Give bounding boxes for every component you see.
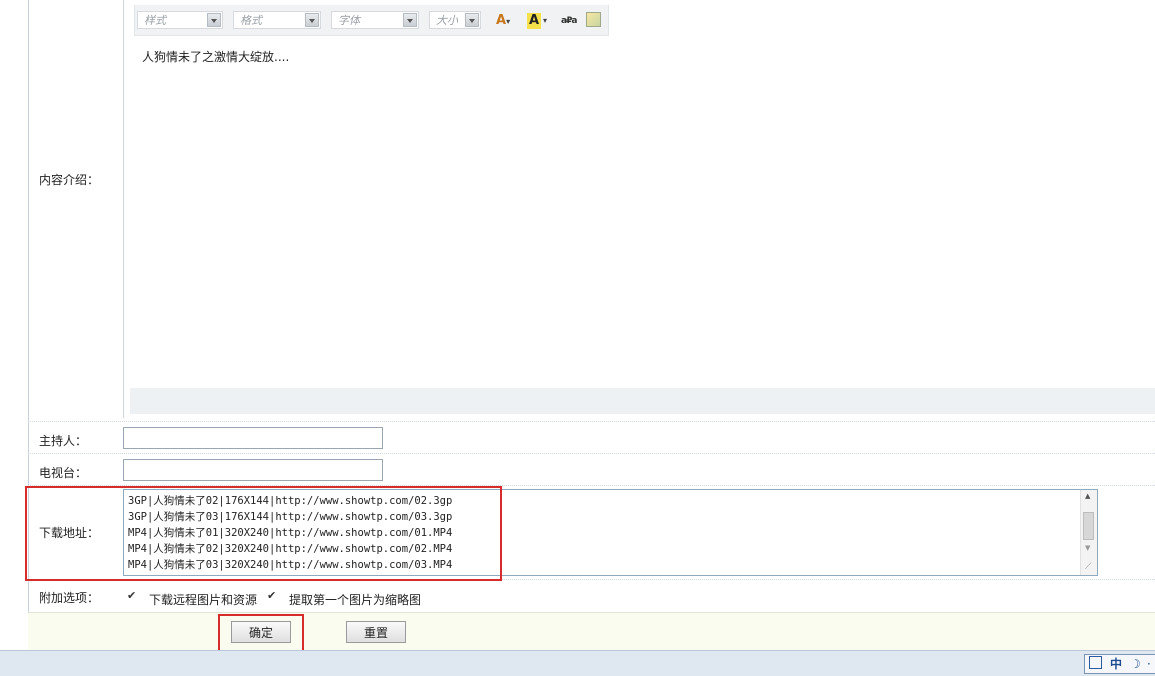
paste-text-icon[interactable]: a₽a	[561, 13, 577, 29]
scroll-up-icon[interactable]: ▲	[1085, 492, 1090, 500]
font-dropdown-label: 字体	[338, 14, 360, 27]
submit-bar	[28, 612, 1155, 651]
scrollbar-thumb[interactable]	[1083, 512, 1094, 540]
background-color-icon[interactable]: A	[527, 13, 542, 29]
size-dropdown[interactable]: 大小	[429, 11, 481, 29]
reset-button[interactable]: 重置	[346, 621, 406, 643]
style-dropdown[interactable]: 样式	[137, 11, 223, 29]
ime-logo-icon[interactable]	[1089, 656, 1102, 669]
chevron-down-icon[interactable]: ▾	[543, 13, 547, 29]
resize-grip-icon[interactable]: ⟋	[1085, 562, 1091, 572]
row-divider	[28, 453, 1155, 454]
editor-content-area[interactable]: 人狗情未了之激情大绽放....	[134, 38, 1155, 390]
textarea-scrollbar[interactable]: ▲ ▼ ⟋	[1080, 490, 1097, 575]
punctuation-icon[interactable]: ·	[1147, 655, 1151, 673]
size-dropdown-label: 大小	[436, 14, 458, 27]
extra-options-label: 附加选项：	[39, 591, 100, 605]
status-bar	[0, 650, 1155, 676]
format-dropdown[interactable]: 格式	[233, 11, 321, 29]
ime-lang-label[interactable]: 中	[1110, 655, 1122, 673]
format-dropdown-label: 格式	[240, 14, 262, 27]
content-intro-label: 内容介绍：	[39, 173, 100, 187]
highlight-box-download	[25, 486, 502, 581]
editor-content-text: 人狗情未了之激情大绽放....	[142, 50, 290, 64]
row-divider	[28, 421, 1155, 422]
scroll-down-icon[interactable]: ▼	[1085, 544, 1090, 552]
style-dropdown-label: 样式	[144, 14, 166, 27]
download-remote-label: 下载远程图片和资源	[149, 593, 258, 607]
tv-station-input[interactable]	[123, 459, 383, 481]
chevron-down-icon[interactable]	[305, 13, 319, 27]
font-dropdown[interactable]: 字体	[331, 11, 419, 29]
chevron-down-icon[interactable]	[207, 13, 221, 27]
ime-toolbar[interactable]: 中 ☽ ·	[1084, 654, 1155, 674]
editor-toolbar: 样式 格式 字体 大小 A▾ A ▾ a₽a	[134, 5, 609, 36]
tv-station-label: 电视台：	[39, 466, 88, 480]
chevron-down-icon[interactable]	[465, 13, 479, 27]
first-thumb-label: 提取第一个图片为缩略图	[289, 593, 422, 607]
host-input[interactable]	[123, 427, 383, 449]
host-label: 主持人：	[39, 434, 88, 448]
editor-footer	[130, 388, 1155, 414]
moon-icon[interactable]: ☽	[1130, 655, 1141, 673]
chevron-down-icon[interactable]	[403, 13, 417, 27]
text-color-icon[interactable]: A▾	[496, 13, 510, 29]
download-remote-checkbox[interactable]: ✔	[127, 590, 139, 602]
image-icon[interactable]	[586, 12, 601, 27]
first-thumb-checkbox[interactable]: ✔	[267, 590, 279, 602]
highlight-box-confirm	[218, 614, 304, 652]
